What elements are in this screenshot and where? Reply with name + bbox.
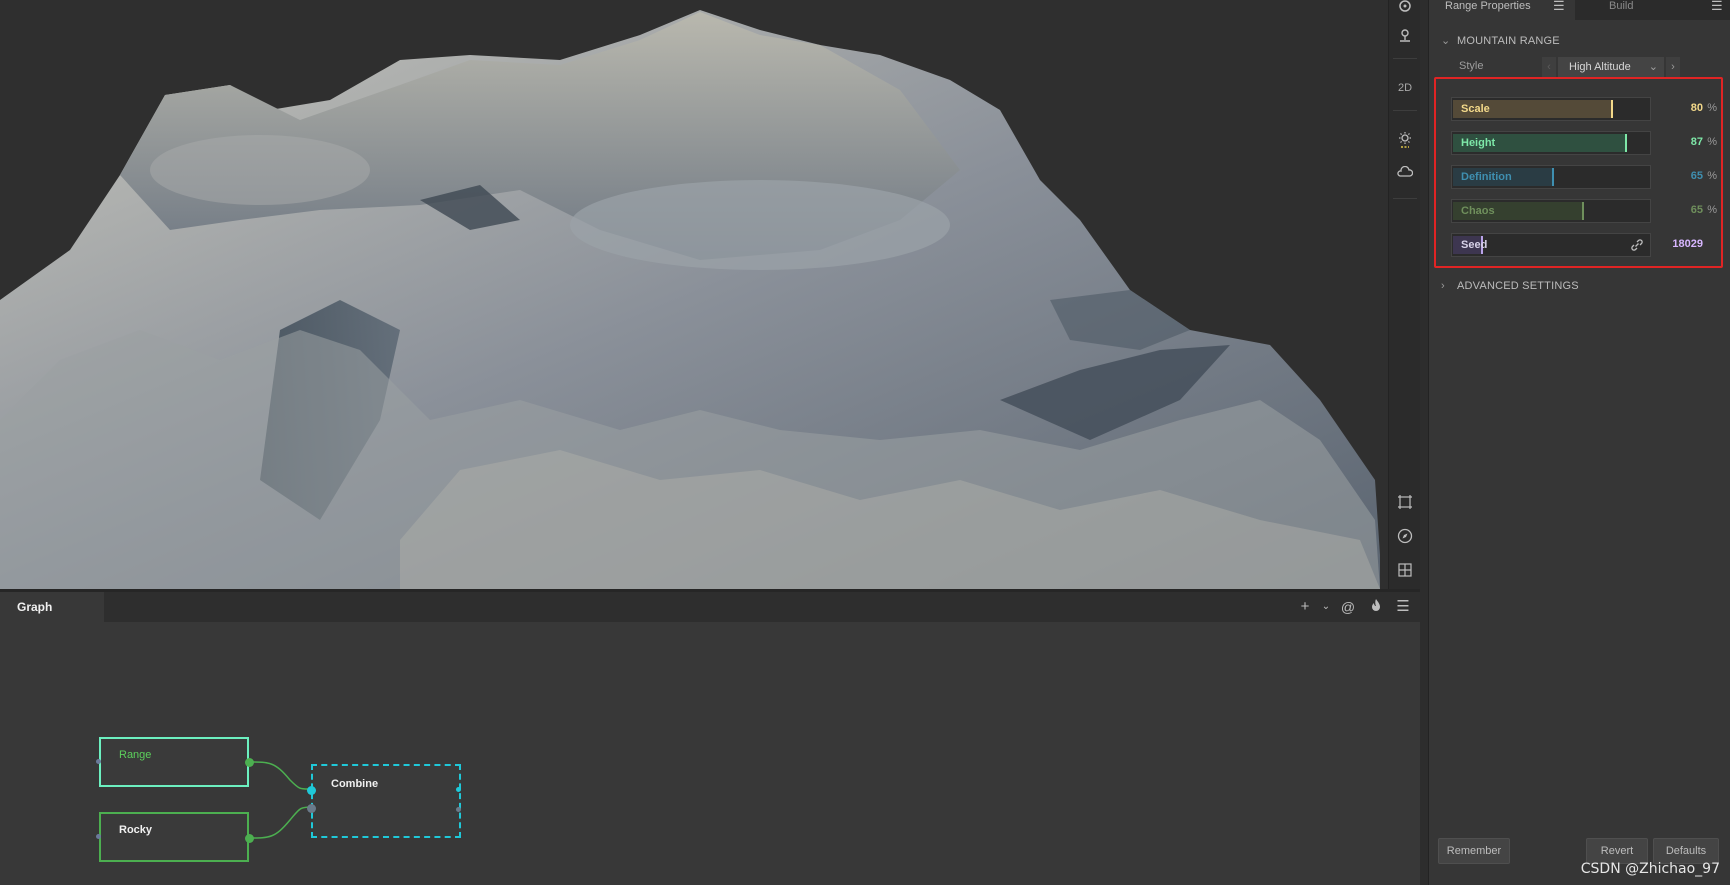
flame-icon[interactable] [1366, 598, 1386, 616]
slider-definition: Definition 65% [1451, 165, 1717, 189]
remember-button[interactable]: Remember [1438, 838, 1510, 864]
app-window: 2D Graph + ⌄ @ ☰ Range Rocky Combine Ran… [0, 0, 1730, 885]
input-port-b[interactable] [307, 804, 316, 813]
add-node-icon[interactable]: + [1295, 598, 1315, 616]
at-sign-icon[interactable]: @ [1338, 598, 1358, 616]
chevron-down-icon: ⌄ [1648, 61, 1658, 73]
slider-thumb[interactable] [1582, 202, 1584, 220]
slider-value[interactable]: 65 [1691, 204, 1703, 216]
style-select[interactable]: High Altitude ⌄ [1558, 57, 1664, 77]
toolbar-divider [1393, 58, 1417, 59]
output-port[interactable] [456, 807, 461, 812]
slider-thumb[interactable] [1552, 168, 1554, 186]
cloud-icon[interactable] [1393, 160, 1417, 184]
chevron-right-icon: › [1441, 280, 1445, 292]
toolbar-divider [1393, 110, 1417, 111]
node-label: Combine [331, 778, 379, 790]
input-port-a[interactable] [307, 786, 316, 795]
seed-label: Seed [1461, 239, 1488, 251]
tab-label: Range Properties [1445, 0, 1531, 12]
tab-label: Build [1609, 0, 1634, 12]
frame-select-icon[interactable] [1393, 490, 1417, 514]
panel-tabs: Range Properties ☰ Build ☰ [1429, 0, 1730, 20]
view-2d-button[interactable]: 2D [1393, 76, 1417, 100]
input-port[interactable] [96, 759, 101, 764]
section-advanced-settings[interactable]: › ADVANCED SETTINGS [1441, 280, 1579, 292]
menu-icon[interactable]: ☰ [1553, 0, 1565, 12]
seed-field[interactable]: Seed [1451, 233, 1651, 257]
style-value: High Altitude [1569, 61, 1631, 73]
slider-unit: % [1707, 170, 1717, 182]
slider-value[interactable]: 87 [1691, 136, 1703, 148]
section-title: ADVANCED SETTINGS [1457, 280, 1579, 292]
graph-header: Graph + ⌄ @ ☰ [0, 592, 1420, 622]
graph-node-range[interactable]: Range [96, 737, 254, 787]
watermark: CSDN @Zhichao_97 [1580, 861, 1720, 877]
slider-label: Height [1461, 137, 1496, 149]
node-label: Rocky [119, 824, 153, 836]
sun-lighting-icon[interactable] [1393, 128, 1417, 152]
output-port[interactable] [245, 758, 254, 767]
slider-value[interactable]: 65 [1691, 170, 1703, 182]
tab-range-properties[interactable]: Range Properties ☰ [1429, 0, 1575, 20]
terrain-viewport[interactable] [0, 0, 1388, 589]
node-label: Range [119, 749, 152, 761]
output-port[interactable] [456, 787, 461, 792]
link-icon[interactable] [1630, 238, 1644, 257]
slider-thumb[interactable] [1625, 134, 1627, 152]
viewport-toolbar: 2D [1388, 0, 1420, 589]
paint-tool-icon[interactable] [1393, 0, 1417, 18]
tab-build[interactable]: Build ☰ [1581, 0, 1730, 20]
terrain-render [0, 10, 1380, 589]
slider-label: Definition [1461, 171, 1512, 183]
chevron-down-icon: ⌄ [1441, 35, 1451, 47]
style-prev-button[interactable]: ‹ [1542, 57, 1556, 77]
pin-tool-icon[interactable] [1393, 24, 1417, 48]
slider-unit: % [1707, 204, 1717, 216]
compass-icon[interactable] [1393, 524, 1417, 548]
slider-value[interactable]: 80 [1691, 102, 1703, 114]
slider-thumb[interactable] [1611, 100, 1613, 118]
style-label: Style [1459, 60, 1484, 72]
slider-unit: % [1707, 102, 1717, 114]
menu-icon[interactable]: ☰ [1711, 0, 1723, 12]
graph-node-combine[interactable]: Combine [307, 764, 461, 838]
slider-label: Chaos [1461, 205, 1495, 217]
slider-track[interactable]: Height [1451, 131, 1651, 155]
slider-chaos: Chaos 65% [1451, 199, 1717, 223]
slider-track[interactable]: Definition [1451, 165, 1651, 189]
output-port[interactable] [245, 834, 254, 843]
style-next-button[interactable]: › [1666, 57, 1680, 77]
tab-graph[interactable]: Graph [0, 592, 104, 622]
section-mountain-range[interactable]: ⌄ MOUNTAIN RANGE [1441, 34, 1560, 47]
slider-scale: Scale 80% [1451, 97, 1717, 121]
chevron-down-icon[interactable]: ⌄ [1316, 598, 1336, 616]
menu-icon[interactable]: ☰ [1393, 598, 1413, 616]
slider-label: Scale [1461, 103, 1490, 115]
slider-unit: % [1707, 136, 1717, 148]
style-row: Style ‹ High Altitude ⌄ › [1459, 57, 1724, 77]
input-port[interactable] [96, 834, 101, 839]
properties-panel: Range Properties ☰ Build ☰ ⌄ MOUNTAIN RAN… [1428, 0, 1730, 885]
section-title: MOUNTAIN RANGE [1457, 35, 1560, 47]
grid-layout-icon[interactable] [1393, 558, 1417, 582]
slider-track[interactable]: Scale [1451, 97, 1651, 121]
slider-track[interactable]: Chaos [1451, 199, 1651, 223]
toolbar-divider [1393, 198, 1417, 199]
seed-row: Seed 18029 [1451, 233, 1717, 257]
graph-node-rocky[interactable]: Rocky [96, 812, 254, 862]
slider-height: Height 87% [1451, 131, 1717, 155]
seed-value[interactable]: 18029 [1672, 238, 1703, 250]
